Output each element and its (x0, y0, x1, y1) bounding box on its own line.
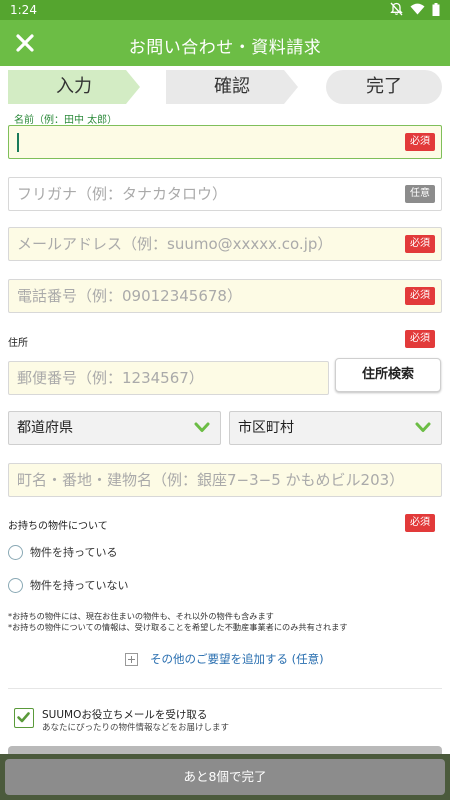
address-label: 住所 (8, 338, 28, 349)
city-select[interactable]: 市区町村 (229, 411, 442, 445)
battery-icon (432, 2, 440, 16)
required-badge: 必須 (405, 514, 435, 532)
required-badge: 必須 (405, 133, 435, 151)
property-label: お持ちの物件について (8, 521, 108, 532)
radio-label: 物件を持っていない (30, 579, 129, 592)
text-caret (17, 133, 19, 152)
status-time: 1:24 (10, 3, 37, 17)
address-search-button[interactable]: 住所検索 (335, 358, 441, 392)
optional-badge: 任意 (405, 185, 435, 203)
street-address-placeholder: 町名・番地・建物名（例：銀座7−3−5 かもめビル203） (17, 471, 405, 489)
required-badge: 必須 (405, 287, 435, 305)
newsletter-title: SUUMOお役立ちメールを受け取る (42, 709, 208, 721)
remaining-fields-button[interactable]: あと8個で完了 (5, 759, 445, 795)
add-request-link[interactable]: その他のご要望を追加する (任意) (125, 651, 324, 667)
status-bar: 1:24 (0, 0, 450, 20)
required-badge: 必須 (405, 330, 435, 348)
step-input: 入力 (8, 70, 140, 104)
chevron-down-icon (415, 422, 431, 432)
prefecture-select[interactable]: 都道府県 (8, 411, 221, 445)
chevron-down-icon (194, 422, 210, 432)
step-indicator: 入力 確認 完了 (8, 70, 442, 104)
phone-field[interactable]: 電話番号（例：09012345678） (8, 279, 442, 313)
phone-placeholder: 電話番号（例：09012345678） (17, 287, 242, 305)
postal-code-field[interactable]: 郵便番号（例：1234567） (8, 361, 329, 395)
divider (8, 688, 442, 689)
newsletter-checkbox[interactable] (14, 708, 34, 728)
radio-label: 物件を持っている (30, 546, 118, 559)
furigana-field[interactable]: フリガナ（例：タナカタロウ） (8, 177, 442, 211)
name-label: 名前（例：田中 太郎） (14, 115, 118, 126)
plus-icon (125, 652, 138, 666)
email-placeholder: メールアドレス（例：suumo@xxxxx.co.jp） (17, 235, 333, 253)
prefecture-value: 都道府県 (17, 420, 73, 436)
step-confirm: 確認 (166, 70, 298, 104)
wifi-icon (410, 3, 425, 15)
furigana-placeholder: フリガナ（例：タナカタロウ） (17, 185, 228, 203)
checkmark-icon (17, 712, 30, 723)
postal-code-placeholder: 郵便番号（例：1234567） (17, 369, 204, 387)
radio-owns-property[interactable]: 物件を持っている (8, 542, 117, 562)
name-field[interactable] (8, 125, 442, 159)
app-bar: お問い合わせ・資料請求 (0, 20, 450, 66)
newsletter-subtitle: あなたにぴったりの物件情報などをお届けします (42, 723, 230, 733)
note-line: *お持ちの物件についての情報は、受け取ることを希望した不動産事業者にのみ共有され… (8, 622, 348, 632)
add-request-text: その他のご要望を追加する (任意) (150, 652, 324, 666)
note-line: *お持ちの物件には、現在お住まいの物件も、それ以外の物件も含みます (8, 611, 274, 621)
property-notes: *お持ちの物件には、現在お住まいの物件も、それ以外の物件も含みます *お持ちの物… (8, 611, 348, 633)
bottom-bar: あと8個で完了 (0, 754, 450, 800)
page-title: お問い合わせ・資料請求 (128, 38, 322, 58)
required-badge: 必須 (405, 235, 435, 253)
street-address-field[interactable]: 町名・番地・建物名（例：銀座7−3−5 かもめビル203） (8, 463, 442, 497)
status-icons (390, 2, 440, 16)
bell-off-icon (390, 2, 403, 16)
radio-button[interactable] (8, 544, 23, 560)
city-value: 市区町村 (238, 420, 294, 436)
step-complete: 完了 (326, 70, 442, 104)
email-field[interactable]: メールアドレス（例：suumo@xxxxx.co.jp） (8, 227, 442, 261)
radio-button[interactable] (8, 577, 23, 593)
radio-no-property[interactable]: 物件を持っていない (8, 575, 128, 595)
